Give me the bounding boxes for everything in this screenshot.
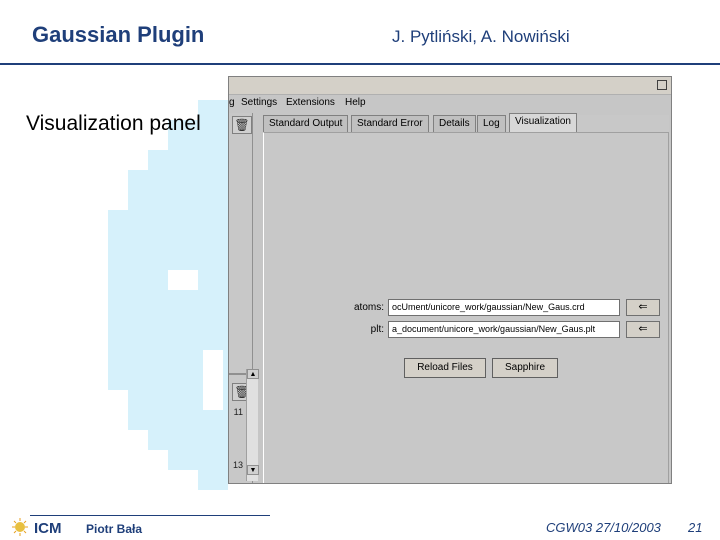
- tab-log[interactable]: Log: [477, 115, 506, 132]
- atoms-file-input[interactable]: ocUment/unicore_work/gaussian/New_Gaus.c…: [388, 299, 620, 316]
- tab-visualization[interactable]: Visualization: [509, 113, 577, 132]
- menu-item-extensions[interactable]: Extensions: [286, 97, 335, 108]
- footer-divider: [30, 515, 270, 516]
- logo-text: ICM: [34, 520, 62, 537]
- trash-icon[interactable]: 🗑: [232, 116, 252, 134]
- title-divider: [0, 63, 720, 65]
- reload-files-button[interactable]: Reload Files: [404, 358, 486, 378]
- tab-details[interactable]: Details: [433, 115, 476, 132]
- slide-title: Gaussian Plugin: [32, 22, 205, 47]
- menu-item-settings[interactable]: Settings: [241, 97, 277, 108]
- menu-item-partial[interactable]: g: [229, 97, 235, 108]
- window-titlebar: [229, 77, 671, 95]
- icm-logo: ICM: [12, 518, 62, 537]
- row-number: 13: [232, 460, 243, 470]
- scroll-up-icon[interactable]: ▲: [247, 369, 259, 379]
- tab-panel: Standard Output Standard Error Details L…: [263, 113, 669, 483]
- atoms-label: atoms:: [353, 302, 384, 313]
- footer-author: Piotr Bała: [86, 522, 143, 536]
- plt-file-input[interactable]: a_document/unicore_work/gaussian/New_Gau…: [388, 321, 620, 338]
- footer-conference: CGW03 27/10/2003: [546, 520, 661, 535]
- scroll-down-icon[interactable]: ▼: [247, 465, 259, 475]
- row-number: 11: [233, 407, 243, 417]
- plt-label: plt:: [370, 324, 384, 335]
- menu-bar: g Settings Extensions Help: [229, 95, 671, 111]
- menu-item-help[interactable]: Help: [345, 97, 366, 108]
- tab-standard-output[interactable]: Standard Output: [263, 115, 349, 132]
- page-number: 21: [688, 520, 703, 535]
- window-close-icon[interactable]: [657, 80, 667, 90]
- application-window: g Settings Extensions Help 🗑 🗑 11 13 12 …: [228, 76, 672, 484]
- vertical-scrollbar[interactable]: ▲ ▼: [246, 369, 259, 481]
- slide-authors: J. Pytliński, A. Nowiński: [392, 27, 570, 46]
- tab-standard-error[interactable]: Standard Error: [351, 115, 429, 132]
- sapphire-button[interactable]: Sapphire: [492, 358, 558, 378]
- atoms-browse-button[interactable]: ⇐: [626, 299, 660, 316]
- plt-browse-button[interactable]: ⇐: [626, 321, 660, 338]
- visualization-panel: atoms: ocUment/unicore_work/gaussian/New…: [263, 132, 669, 483]
- slide-caption: Visualization panel: [26, 112, 201, 135]
